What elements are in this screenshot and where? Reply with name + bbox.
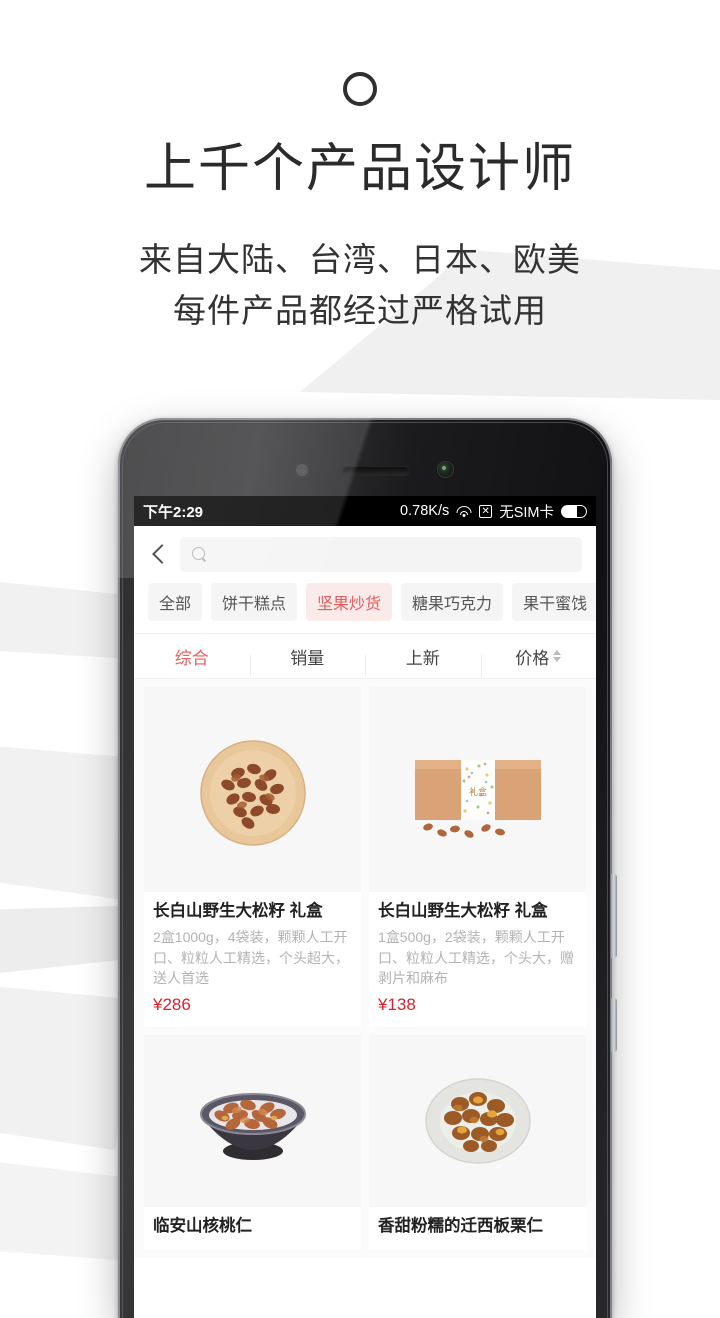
sort-tab-bar[interactable]: 综合 销量 上新 价格	[134, 633, 596, 679]
gift-box-art: 礼盒	[414, 759, 541, 838]
walnut-kernels-bowl-image	[144, 1035, 361, 1208]
product-grid: 长白山野生大松籽 礼盒 2盒1000g，4袋装，颗颗人工开口、粒粒人工精选，个头…	[134, 679, 596, 1258]
product-card[interactable]: 礼盒 长白山野生大松籽 礼盒 1盒500g，2袋装，颗颗人工开口、粒粒人工精选，…	[369, 687, 586, 1028]
product-info: 长白山野生大松籽 礼盒 2盒1000g，4袋装，颗颗人工开口、粒粒人工精选，个头…	[144, 892, 361, 1027]
search-bar[interactable]	[180, 537, 582, 572]
pine-nuts-on-wooden-plate-image	[144, 687, 361, 892]
sort-tab-new[interactable]: 上新	[365, 644, 481, 677]
product-price: ¥286	[153, 995, 191, 1015]
no-signal-x-icon: ✕	[479, 504, 493, 518]
product-price: ¥138	[378, 995, 416, 1015]
category-chip-all[interactable]: 全部	[148, 583, 203, 621]
sim-status: 无SIM卡	[499, 504, 554, 521]
navigation-bar	[134, 526, 596, 581]
sort-tab-sales-label: 销量	[290, 648, 325, 668]
power-button[interactable]	[611, 998, 617, 1052]
product-info: 临安山核桃仁	[144, 1207, 361, 1249]
search-icon	[192, 547, 207, 562]
product-title: 临安山核桃仁	[153, 1217, 252, 1236]
phone-body: 下午2:29 0.78K/s ✕ 无SIM卡 全部 饼干糕点 坚果炒货 糖果巧克…	[118, 418, 612, 1318]
promo-subtitle: 来自大陆、台湾、日本、欧美 每件产品都经过严格试用	[0, 234, 720, 336]
volume-rocker-button[interactable]	[611, 874, 617, 958]
sort-tab-comprehensive[interactable]: 综合	[134, 644, 250, 669]
back-chevron-icon[interactable]	[148, 544, 170, 566]
product-title: 长白山野生大松籽 礼盒	[378, 902, 548, 920]
product-card[interactable]: 香甜粉糯的迁西板栗仁	[369, 1035, 586, 1250]
status-indicators: 0.78K/s ✕ 无SIM卡	[400, 501, 587, 522]
product-card[interactable]: 长白山野生大松籽 礼盒 2盒1000g，4袋装，颗颗人工开口、粒粒人工精选，个头…	[144, 687, 361, 1028]
network-speed: 0.78K/s	[400, 503, 450, 519]
category-chip-nuts[interactable]: 坚果炒货	[306, 583, 393, 621]
product-description: 2盒1000g，4袋装，颗颗人工开口、粒粒人工精选，个头超大，送人首选	[153, 929, 349, 987]
promo-header: 上千个产品设计师 来自大陆、台湾、日本、欧美 每件产品都经过严格试用	[0, 0, 720, 336]
product-description: 1盒500g，2袋装，颗颗人工开口、粒粒人工精选，个头大，赠剥片和麻布	[378, 929, 574, 987]
status-time: 下午2:29	[143, 503, 204, 521]
walnut-bowl-art	[199, 1093, 306, 1161]
sort-tab-price-label: 价格	[515, 648, 550, 668]
ring-logo-icon	[343, 72, 377, 106]
product-info: 香甜粉糯的迁西板栗仁	[369, 1207, 586, 1249]
product-info: 长白山野生大松籽 礼盒 1盒500g，2袋装，颗颗人工开口、粒粒人工精选，个头大…	[369, 892, 586, 1027]
sort-tab-price[interactable]: 价格	[480, 644, 597, 677]
proximity-sensor-icon	[296, 464, 308, 476]
product-title: 长白山野生大松籽 礼盒	[153, 902, 323, 920]
product-title: 香甜粉糯的迁西板栗仁	[378, 1217, 543, 1236]
product-row-1: 长白山野生大松籽 礼盒 2盒1000g，4袋装，颗颗人工开口、粒粒人工精选，个头…	[134, 687, 596, 1035]
sort-tab-new-label: 上新	[405, 648, 440, 668]
chestnuts-plate-image	[369, 1035, 586, 1208]
promo-title: 上千个产品设计师	[143, 140, 576, 198]
category-chip-list[interactable]: 全部 饼干糕点 坚果炒货 糖果巧克力 果干蜜饯	[134, 581, 596, 633]
category-chip-dried-fruit[interactable]: 果干蜜饯	[512, 583, 596, 621]
kraft-gift-box-image: 礼盒	[369, 687, 586, 892]
sort-tab-sales[interactable]: 销量	[249, 644, 366, 677]
battery-icon	[561, 504, 587, 518]
search-input[interactable]	[215, 546, 570, 563]
earpiece-speaker-icon	[342, 466, 410, 476]
category-chip-biscuits[interactable]: 饼干糕点	[211, 583, 298, 621]
pine-nuts-art	[199, 739, 306, 846]
product-card[interactable]: 临安山核桃仁	[144, 1035, 361, 1250]
svg-text:礼盒: 礼盒	[468, 786, 486, 797]
phone-mockup: 下午2:29 0.78K/s ✕ 无SIM卡 全部 饼干糕点 坚果炒货 糖果巧克…	[118, 418, 617, 1318]
chestnut-plate-art	[424, 1078, 531, 1165]
product-row-2: 临安山核桃仁 香甜粉糯的迁西板栗仁	[134, 1035, 596, 1257]
category-chip-candy[interactable]: 糖果巧克力	[401, 583, 504, 621]
wifi-icon	[456, 505, 472, 517]
promo-subtitle-line-2: 每件产品都经过严格试用	[173, 291, 547, 329]
front-camera-icon	[438, 462, 453, 477]
status-bar: 下午2:29 0.78K/s ✕ 无SIM卡	[134, 496, 596, 526]
sort-tab-comprehensive-label: 综合	[174, 648, 209, 668]
promo-subtitle-line-1: 来自大陆、台湾、日本、欧美	[139, 240, 581, 278]
phone-screen: 下午2:29 0.78K/s ✕ 无SIM卡 全部 饼干糕点 坚果炒货 糖果巧克…	[134, 496, 596, 1318]
sort-arrows-icon	[553, 650, 562, 662]
